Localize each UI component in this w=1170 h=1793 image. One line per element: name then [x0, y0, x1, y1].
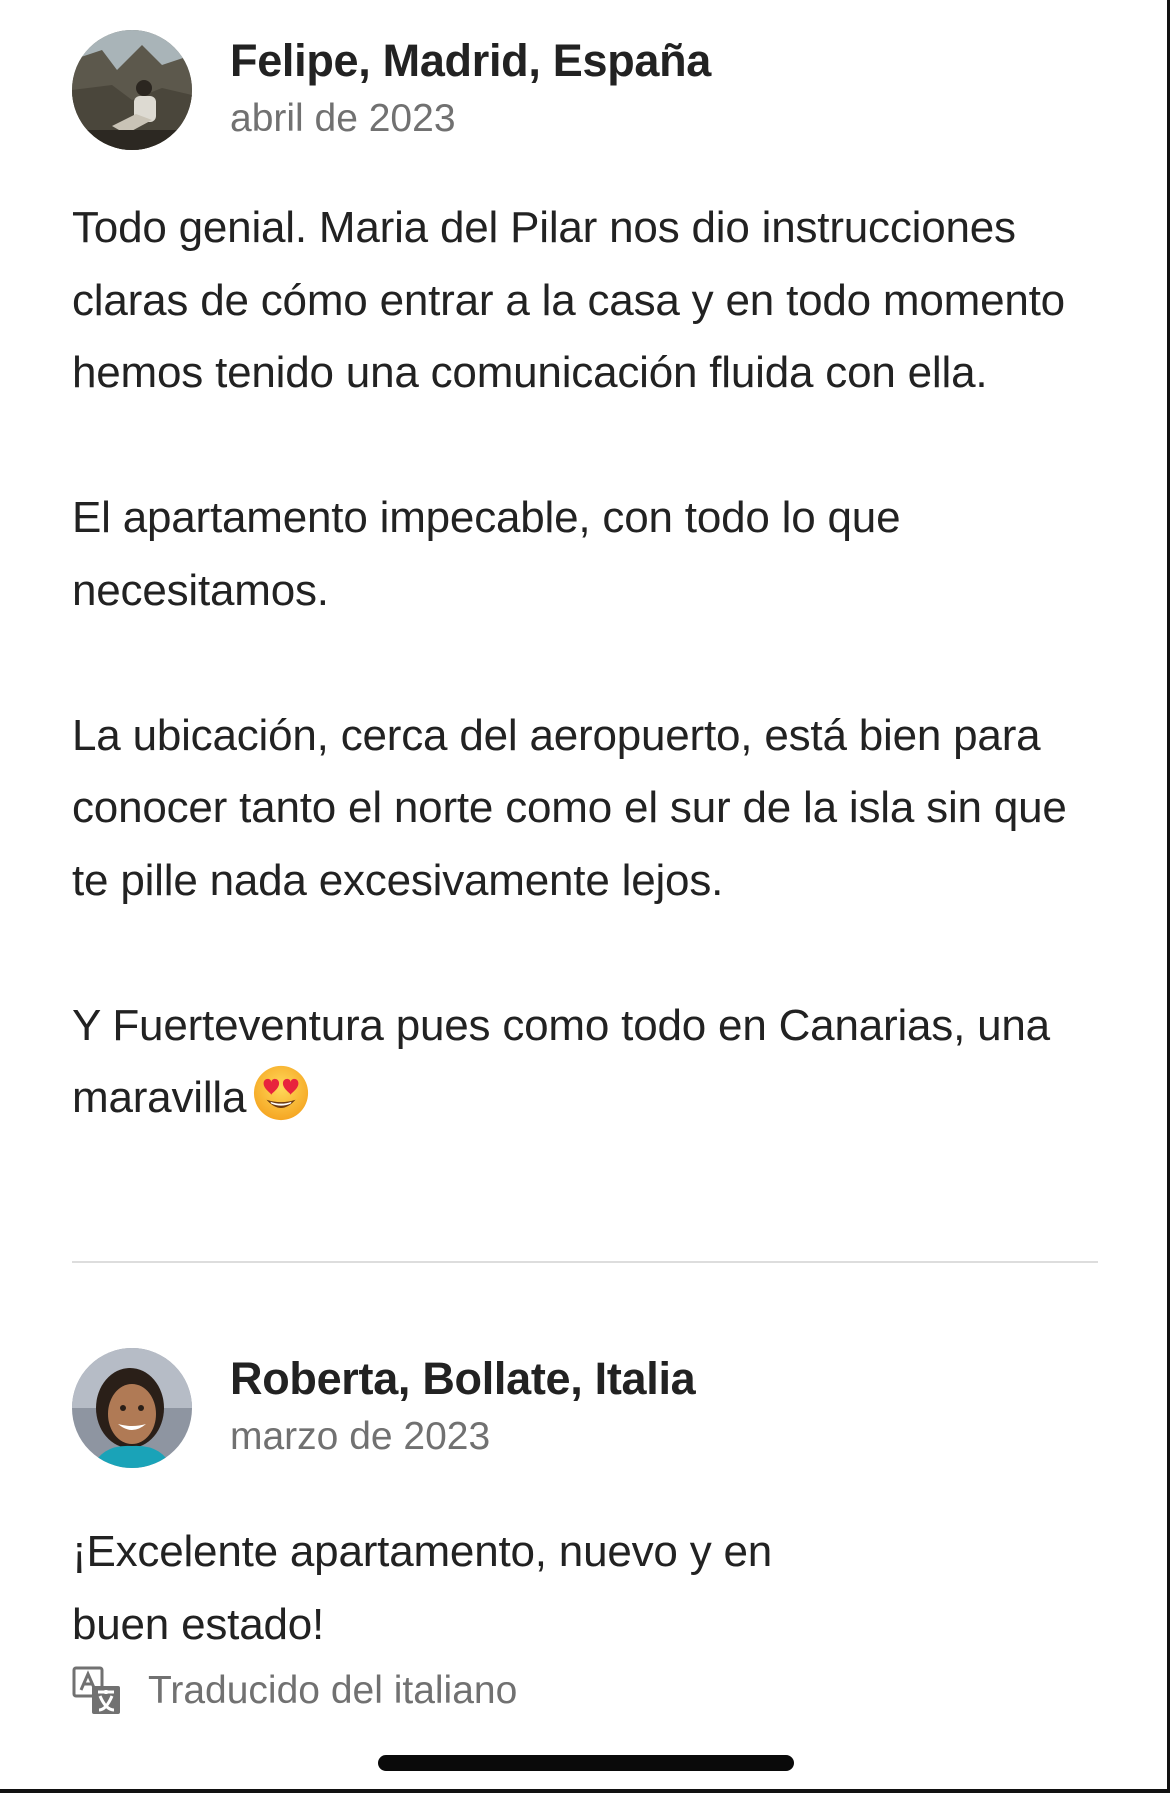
- review-header: Felipe, Madrid, España abril de 2023: [72, 30, 1102, 152]
- reviewer-avatar[interactable]: [72, 30, 192, 150]
- author-block: Felipe, Madrid, España abril de 2023: [230, 30, 711, 144]
- review-date: marzo de 2023: [230, 1415, 491, 1458]
- review-date: abril de 2023: [230, 97, 456, 140]
- reviewer-name[interactable]: Roberta, Bollate, Italia: [230, 1350, 696, 1408]
- review-divider: [72, 1261, 1098, 1263]
- translation-note-text: Traducido del italiano: [148, 1669, 518, 1712]
- reviews-screen: Felipe, Madrid, España abril de 2023 Tod…: [0, 0, 1170, 1793]
- review-header: Roberta, Bollate, Italia marzo de 2023: [72, 1348, 1102, 1470]
- translate-icon: [72, 1666, 120, 1714]
- review-paragraph: La ubicación, cerca del aeropuerto, está…: [72, 710, 1067, 905]
- home-indicator[interactable]: [378, 1755, 794, 1771]
- review-card: Felipe, Madrid, España abril de 2023 Tod…: [72, 30, 1102, 1135]
- author-block: Roberta, Bollate, Italia marzo de 2023: [230, 1348, 696, 1462]
- screen-edge: [0, 1789, 1170, 1793]
- reviewer-avatar[interactable]: [72, 1348, 192, 1468]
- review-paragraph-last: Y Fuerteventura pues como todo en Canari…: [72, 990, 1102, 1135]
- reviewer-name[interactable]: Felipe, Madrid, España: [230, 32, 711, 90]
- review-text: Todo genial. Maria del Pilar nos dio ins…: [72, 192, 1102, 1135]
- review-text: ¡Excelente apartamento, nuevo y en buen …: [72, 1516, 1102, 1661]
- review-paragraph: ¡Excelente apartamento, nuevo y en buen …: [72, 1527, 773, 1649]
- review-paragraph-text: Y Fuerteventura pues como todo en Canari…: [72, 1000, 1050, 1123]
- translation-note[interactable]: Traducido del italiano: [72, 1666, 517, 1716]
- review-paragraph: El apartamento impecable, con todo lo qu…: [72, 493, 901, 615]
- review-card: Roberta, Bollate, Italia marzo de 2023 ¡…: [72, 1348, 1102, 1661]
- heart-eyes-emoji: [254, 1065, 309, 1121]
- review-paragraph: Todo genial. Maria del Pilar nos dio ins…: [72, 203, 1065, 397]
